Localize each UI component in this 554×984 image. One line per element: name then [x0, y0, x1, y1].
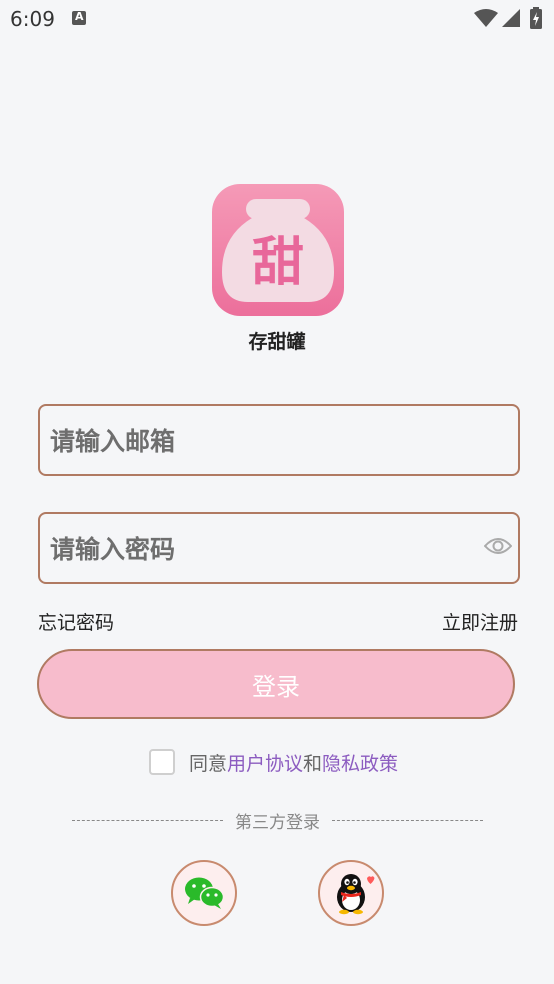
agree-checkbox[interactable]	[149, 749, 175, 775]
forgot-password-link[interactable]: 忘记密码	[38, 608, 114, 635]
divider-line-left	[72, 820, 223, 821]
qq-login-button[interactable]	[318, 860, 384, 926]
password-input[interactable]	[48, 514, 482, 584]
agreement-text: 同意用户协议和隐私政策	[189, 749, 398, 776]
status-bar: 6:09 A	[0, 0, 554, 38]
third-party-divider: 第三方登录	[72, 808, 483, 833]
privacy-policy-link[interactable]: 隐私政策	[322, 753, 398, 775]
email-field[interactable]	[38, 404, 520, 476]
agreement-conjunction: 和	[303, 752, 323, 775]
login-button[interactable]: 登录	[37, 649, 515, 719]
password-field[interactable]	[38, 512, 520, 584]
wifi-icon	[474, 9, 498, 27]
user-agreement-link[interactable]: 用户协议	[227, 753, 303, 775]
wechat-icon	[185, 877, 225, 909]
agreement-prefix: 同意	[189, 752, 228, 775]
status-time: 6:09	[10, 7, 55, 31]
qq-penguin-icon	[337, 874, 375, 915]
notification-app-icon: A	[72, 10, 86, 25]
divider-line-right	[332, 820, 483, 821]
app-logo: 甜	[212, 184, 344, 316]
wechat-login-button[interactable]	[171, 860, 237, 926]
email-input[interactable]	[48, 406, 482, 476]
eye-icon[interactable]	[484, 536, 512, 556]
signal-icon	[502, 9, 520, 27]
app-name: 存甜罐	[248, 331, 306, 353]
register-link[interactable]: 立即注册	[442, 608, 518, 635]
svg-text:甜: 甜	[252, 233, 304, 293]
third-party-label: 第三方登录	[235, 813, 320, 833]
agreement-row: 同意用户协议和隐私政策	[149, 747, 398, 777]
battery-icon	[530, 7, 542, 29]
jar-icon: 甜	[222, 199, 334, 302]
